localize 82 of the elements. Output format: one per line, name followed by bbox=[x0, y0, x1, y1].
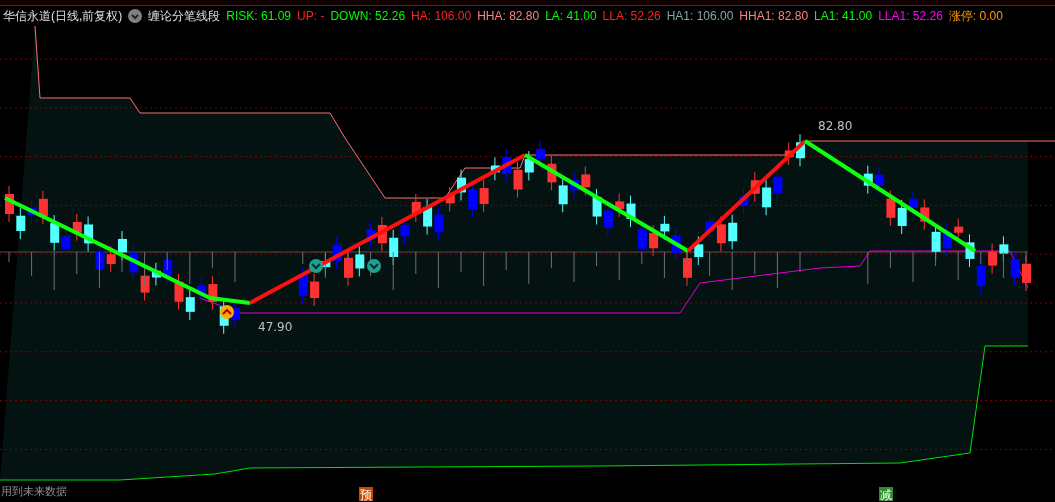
candlestick bbox=[5, 185, 14, 223]
candlestick bbox=[490, 156, 500, 181]
legend-value: HHA1: 82.80 bbox=[739, 9, 809, 23]
chart-title: 华信永道(日线,前复权) bbox=[3, 7, 123, 25]
legend-value: UP: - bbox=[297, 9, 325, 23]
candlestick bbox=[513, 161, 523, 199]
sell-signal-icon bbox=[367, 259, 381, 273]
candlestick bbox=[558, 176, 568, 213]
candlestick bbox=[445, 186, 455, 212]
candlestick bbox=[366, 221, 376, 248]
candlestick bbox=[197, 276, 207, 303]
candlestick bbox=[298, 267, 308, 305]
candlestick bbox=[705, 212, 715, 241]
legend-value: LA1: 41.00 bbox=[814, 9, 873, 23]
legend-value: HA1: 106.00 bbox=[666, 9, 734, 23]
candlestick bbox=[208, 275, 218, 311]
candlestick bbox=[434, 206, 444, 241]
signal-marker: 预 bbox=[359, 487, 373, 502]
candlestick bbox=[38, 190, 48, 225]
candlestick bbox=[762, 179, 772, 216]
legend-value: DOWN: 52.26 bbox=[330, 9, 406, 23]
legend-value: HHA: 82.80 bbox=[477, 9, 540, 23]
price-label: 82.80 bbox=[818, 119, 853, 133]
candlestick bbox=[129, 244, 139, 281]
candlestick bbox=[920, 198, 930, 231]
candlestick bbox=[615, 192, 625, 218]
candlestick bbox=[1010, 251, 1020, 287]
legend-value: LLA: 52.26 bbox=[602, 9, 661, 23]
candlestick bbox=[84, 215, 94, 252]
legend-value: 涨停: 0.00 bbox=[948, 7, 1003, 25]
candlestick bbox=[784, 142, 794, 166]
candlestick bbox=[909, 190, 918, 217]
candlestick bbox=[411, 193, 421, 223]
candlestick bbox=[185, 288, 195, 321]
candlestick bbox=[72, 213, 82, 242]
candlestick bbox=[626, 195, 636, 228]
candlestick bbox=[592, 188, 602, 226]
candlestick bbox=[27, 199, 37, 224]
candlestick bbox=[524, 150, 534, 181]
candlestick bbox=[739, 187, 749, 215]
candlestick bbox=[61, 227, 71, 258]
candlestick bbox=[400, 216, 410, 245]
candlestick bbox=[773, 168, 783, 202]
candlestick bbox=[332, 236, 342, 270]
candlestick bbox=[106, 245, 116, 273]
candlestick bbox=[796, 133, 805, 167]
signal-marker: 减 bbox=[879, 487, 893, 502]
candlestick bbox=[863, 165, 873, 195]
candlestick bbox=[174, 273, 184, 311]
candlestick bbox=[649, 224, 659, 257]
note-text: 用到未来数据 bbox=[1, 485, 67, 498]
candlestick bbox=[694, 235, 704, 266]
candlestick bbox=[716, 215, 726, 252]
candlestick bbox=[988, 243, 998, 275]
candlestick bbox=[581, 165, 591, 196]
legend-value: LLA1: 52.26 bbox=[878, 9, 943, 23]
candlestick bbox=[886, 190, 896, 227]
dropdown-icon[interactable] bbox=[128, 9, 143, 23]
candlestick bbox=[377, 216, 387, 252]
candlestick bbox=[875, 166, 885, 195]
candlestick bbox=[536, 140, 546, 168]
candlestick bbox=[457, 169, 466, 201]
candlestick bbox=[570, 171, 579, 199]
candlestick bbox=[479, 179, 489, 213]
candlestick bbox=[310, 273, 320, 307]
candlestick bbox=[897, 199, 907, 235]
candlestick bbox=[355, 245, 365, 277]
candlestick bbox=[502, 148, 512, 183]
price-label: 47.90 bbox=[258, 320, 293, 334]
candlestick bbox=[547, 155, 557, 191]
candlestick bbox=[942, 223, 952, 257]
legend-value: RISK: 61.09 bbox=[226, 9, 292, 23]
candlestick bbox=[50, 214, 60, 252]
candlestick bbox=[16, 207, 26, 240]
candlestick bbox=[728, 214, 738, 250]
candlestick bbox=[750, 171, 760, 203]
buy-signal-icon bbox=[220, 305, 234, 319]
indicator-name: 缠论分笔线段 bbox=[148, 7, 221, 25]
candlestick bbox=[423, 198, 433, 236]
legend-value: HA: 106.00 bbox=[411, 9, 472, 23]
sell-signal-icon bbox=[309, 259, 323, 273]
legend-value: LA: 41.00 bbox=[545, 9, 597, 23]
